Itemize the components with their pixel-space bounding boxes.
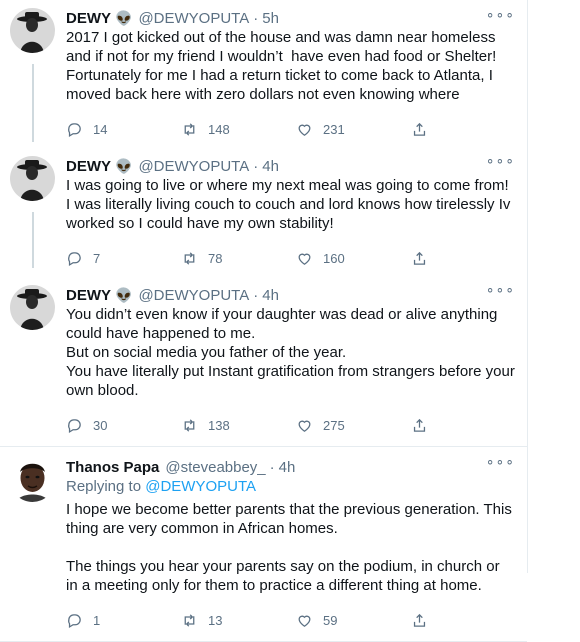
tweet-text: I was going to live or where my next mea… [66,176,515,233]
tweet-thread: DEWY 👽 @DEWYOPUTA · 5h ∘∘∘ 2017 I got ki… [0,0,528,642]
reply-icon [68,613,81,628]
tweet-text-line: You have literally put Instant gratifica… [66,363,520,399]
tweet-text-line: I was literally living couch to couch an… [66,196,515,232]
tweet[interactable]: Thanos Papa @steveabbey_ · 4h ∘∘∘ Replyi… [0,447,527,642]
more-icon[interactable]: ∘∘∘ [486,453,515,470]
more-icon[interactable]: ∘∘∘ [486,152,515,169]
heart-icon [298,615,311,627]
separator-dot: · [269,458,275,476]
display-name[interactable]: Thanos Papa [66,459,159,476]
tweet-actions: 7 78 160 [66,241,515,275]
tweet[interactable]: DEWY 👽 @DEWYOPUTA · 4h ∘∘∘ You didn’t ev… [0,275,527,447]
separator-dot: · [253,9,259,27]
retweet-count: 13 [208,612,223,628]
username[interactable]: @DEWYOPUTA [138,10,249,27]
retweet-button[interactable]: 138 [181,417,296,434]
alien-icon: 👽 [115,286,133,303]
share-icon [413,613,426,627]
retweet-button[interactable]: 78 [181,250,296,267]
like-button[interactable]: 275 [296,417,411,434]
reply-button[interactable]: 7 [66,250,181,267]
share-icon [413,418,426,432]
share-button[interactable] [411,417,438,434]
reply-icon [68,251,81,266]
share-icon [413,122,426,136]
like-count: 275 [323,417,345,433]
separator-dot: · [253,157,259,175]
tweet[interactable]: DEWY 👽 @DEWYOPUTA · 5h ∘∘∘ 2017 I got ki… [0,0,527,146]
like-count: 160 [323,250,345,266]
username[interactable]: @DEWYOPUTA [138,158,249,175]
replying-to: Replying to @DEWYOPUTA [66,477,515,496]
heart-icon [298,420,311,432]
retweet-count: 138 [208,417,230,433]
like-button[interactable]: 160 [296,250,411,267]
heart-icon [298,124,311,136]
reply-icon [68,418,81,433]
reply-count: 7 [93,250,101,266]
timestamp[interactable]: 4h [262,158,279,175]
tweet-actions: 14 148 231 [66,112,515,146]
avatar[interactable] [10,8,55,53]
tweet-text-line: I hope we become better parents that the… [66,501,517,537]
tweet-actions: 1 13 59 [66,603,515,637]
share-button[interactable] [411,121,438,138]
heart-icon [298,253,311,265]
thread-connector [32,64,34,142]
retweet-count: 78 [208,250,223,266]
tweet[interactable]: DEWY 👽 @DEWYOPUTA · 4h ∘∘∘ I was going t… [0,146,527,275]
share-button[interactable] [411,612,438,629]
tweet-text-line: I was going to live or where my next mea… [66,177,509,194]
tweet-text-line: But on social media you father of the ye… [66,344,347,361]
retweet-button[interactable]: 13 [181,612,296,629]
retweet-button[interactable]: 148 [181,121,296,138]
reply-count: 1 [93,612,101,628]
retweet-icon [184,418,195,432]
retweet-icon [184,613,195,627]
alien-icon: 👽 [115,9,133,26]
like-button[interactable]: 59 [296,612,411,629]
share-icon [413,251,426,265]
retweet-count: 148 [208,121,230,137]
tweet-text-line [66,538,515,557]
tweet-actions: 30 138 275 [66,408,515,442]
avatar[interactable] [10,285,55,330]
replying-to-label: Replying to [66,478,142,495]
more-icon[interactable]: ∘∘∘ [486,281,515,298]
reply-button[interactable]: 14 [66,121,181,138]
like-count: 231 [323,121,345,137]
reply-button[interactable]: 30 [66,417,181,434]
tweet-text: I hope we become better parents that the… [66,500,515,595]
separator-dot: · [253,286,259,304]
like-button[interactable]: 231 [296,121,411,138]
reply-count: 30 [93,417,108,433]
thread-connector [32,212,34,268]
alien-icon: 👽 [115,157,133,174]
mention-link[interactable]: @DEWYOPUTA [145,478,256,495]
timestamp[interactable]: 4h [262,287,279,304]
display-name[interactable]: DEWY [66,10,111,27]
share-button[interactable] [411,250,438,267]
like-count: 59 [323,612,338,628]
reply-button[interactable]: 1 [66,612,181,629]
reply-icon [68,122,81,137]
tweet-text-line: Fortunately for me I had a return ticket… [66,67,498,103]
timestamp[interactable]: 5h [262,10,279,27]
display-name[interactable]: DEWY [66,287,111,304]
username[interactable]: @DEWYOPUTA [138,287,249,304]
reply-count: 14 [93,121,108,137]
display-name[interactable]: DEWY [66,158,111,175]
tweet-text-line: The things you hear your parents say on … [66,558,504,594]
more-icon[interactable]: ∘∘∘ [486,6,515,23]
avatar[interactable] [10,457,55,502]
tweet-text-line: 2017 I got kicked out of the house and w… [66,29,500,65]
timestamp[interactable]: 4h [279,459,296,476]
retweet-icon [184,251,195,265]
tweet-text: 2017 I got kicked out of the house and w… [66,28,515,104]
avatar[interactable] [10,156,55,201]
tweet-text: You didn’t even know if your daughter wa… [66,305,515,400]
retweet-icon [184,122,195,136]
tweet-text-line: You didn’t even know if your daughter wa… [66,306,502,342]
username[interactable]: @steveabbey_ [165,459,265,476]
